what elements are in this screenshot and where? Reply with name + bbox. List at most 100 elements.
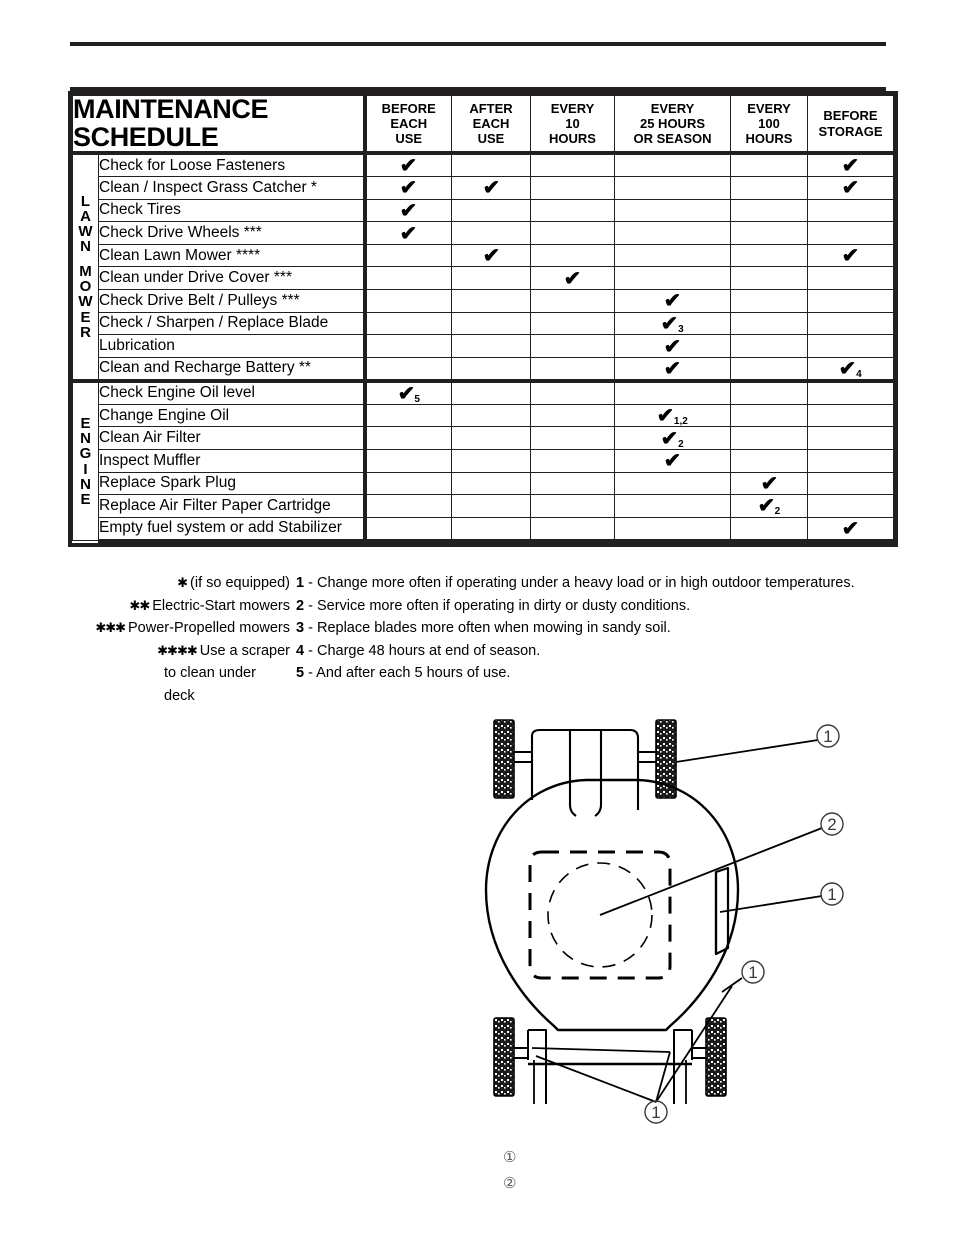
cell-before_storage [807, 378, 894, 405]
numbered-note-index: 5 [296, 665, 305, 681]
schedule-table: MAINTENANCE SCHEDULE BEFORE EACH USE AFT… [68, 91, 898, 547]
cell-before_each_use [364, 266, 452, 291]
cell-after_each_use [451, 356, 531, 382]
cell-every_10_hours [530, 378, 615, 405]
cell-before_storage [807, 198, 894, 223]
asterisk-note-text: Power-Propelled mowers [128, 620, 290, 636]
col5-line0: BEFORE [823, 108, 878, 124]
cell-after_each_use [451, 516, 531, 543]
header-row: MAINTENANCE SCHEDULE BEFORE EACH USE AFT… [72, 95, 894, 156]
cell-before_storage [807, 403, 894, 428]
asterisk-marker: ✱✱✱✱ [157, 642, 198, 658]
cell-after_each_use: ✔ [451, 243, 531, 268]
task-label: Clean and Recharge Battery ** [98, 356, 367, 382]
cell-after_each_use [451, 471, 531, 496]
table-row: E N G I N E Check Engine Oil level ✔5 [72, 378, 894, 542]
cell-before_storage: ✔ [807, 152, 894, 178]
cell-before_each_use [364, 243, 452, 268]
cell-every_10_hours [530, 403, 615, 428]
cell-before_storage [807, 221, 894, 245]
header-rule-bottom [70, 87, 886, 91]
checkmark-icon: ✔ [663, 290, 682, 313]
numbered-note: 4 - Charge 48 hours at end of season. [296, 640, 954, 663]
cell-every_10_hours [530, 311, 615, 336]
cell-before_storage [807, 494, 894, 518]
col2-line2: HOURS [549, 131, 596, 147]
cell-before_each_use: ✔ [364, 198, 452, 223]
table-row: Clean Air Filter ✔2 [73, 426, 894, 450]
col1-line2: USE [477, 131, 505, 147]
cell-every_100_hours [730, 152, 808, 178]
table-row: Replace Air Filter Paper Cartridge ✔2 [73, 494, 894, 518]
numbered-note-index: 2 [296, 597, 305, 614]
cell-every_25_hours: ✔ [614, 334, 731, 358]
column-header-every-10-hours: EVERY 10 HOURS [530, 95, 615, 156]
cell-after_each_use [451, 378, 531, 405]
cell-every_25_hours [614, 198, 731, 223]
cell-every_100_hours [730, 516, 808, 543]
cell-every_25_hours [614, 471, 731, 496]
task-label: Inspect Muffler [98, 449, 367, 473]
footnote-ref: 2 [678, 438, 684, 450]
col5-line1: STORAGE [818, 123, 883, 139]
checkmark-icon: ✔ [482, 177, 500, 200]
numbered-note-text: - Service more often if operating in dir… [308, 597, 691, 614]
col0-line0: BEFORE [381, 100, 436, 116]
column-header-after-each-use: AFTER EACH USE [451, 95, 531, 156]
title-line-2: SCHEDULE [73, 121, 219, 152]
task-label: Check Drive Wheels *** [98, 221, 367, 245]
cell-every_10_hours [530, 516, 615, 543]
cell-every_10_hours [530, 426, 615, 450]
cell-before_storage [807, 426, 894, 450]
table-row: Check Drive Wheels *** ✔ [73, 221, 894, 245]
cell-before_each_use [364, 289, 452, 313]
task-label: Replace Air Filter Paper Cartridge [98, 494, 367, 518]
cell-before_each_use: ✔ [364, 152, 452, 178]
page-root: MAINTENANCE SCHEDULE BEFORE EACH USE AFT… [0, 0, 954, 1235]
callout-deck-edge: 1 [748, 963, 757, 982]
numbered-note-text: - Change more often if operating under a… [308, 575, 855, 591]
cell-every_25_hours [614, 221, 731, 245]
numbered-note: 3 - Replace blades more often when mowin… [296, 617, 954, 640]
footnote-ref: 4 [856, 368, 862, 380]
cell-every_100_hours: ✔2 [730, 494, 808, 518]
checkmark-icon: ✔ [399, 177, 418, 200]
asterisk-marker: ✱✱ [129, 597, 150, 613]
cell-every_100_hours [730, 243, 808, 268]
table-row: Clean / Inspect Grass Catcher * ✔ ✔ ✔ [73, 176, 894, 200]
cell-every_10_hours [530, 356, 615, 382]
table-row: Check Drive Belt / Pulleys *** ✔ [73, 289, 894, 313]
table-row: Empty fuel system or add Stabilizer ✔ [73, 516, 894, 543]
cell-every_25_hours: ✔ [614, 289, 731, 313]
cell-after_each_use [451, 334, 531, 358]
col2-line1: 10 [565, 115, 580, 131]
asterisk-marker: ✱ [177, 575, 188, 590]
footnote-ref: 2 [774, 506, 781, 518]
column-header-every-25-hours: EVERY 25 HOURS OR SEASON [614, 95, 731, 156]
cell-before_each_use [364, 449, 452, 473]
col2-line0: EVERY [550, 100, 595, 116]
cell-every_25_hours [614, 516, 731, 543]
cell-before_each_use [364, 403, 452, 428]
cell-before_each_use [364, 494, 452, 518]
table-row: Check / Sharpen / Replace Blade ✔3 [73, 311, 894, 336]
cell-every_10_hours [530, 471, 615, 496]
cell-before_storage [807, 289, 894, 313]
mower-diagram-svg: 1 2 1 1 1 [484, 719, 844, 1124]
checkmark-icon: ✔ [841, 155, 860, 178]
legend-callout-number: ① [503, 1148, 517, 1166]
cell-after_each_use [451, 266, 531, 291]
cell-after_each_use [451, 198, 531, 223]
checkmark-icon: ✔ [760, 472, 778, 495]
cell-every_25_hours [614, 243, 731, 268]
task-label: Clean Lawn Mower **** [98, 243, 367, 268]
asterisk-note-continuation: to clean under deck [164, 665, 256, 704]
cell-every_100_hours [730, 426, 808, 450]
cell-every_25_hours: ✔3 [614, 311, 731, 336]
checkmark-icon: ✔ [563, 267, 582, 290]
cell-every_100_hours [730, 289, 808, 313]
cell-every_10_hours [530, 198, 615, 223]
col3-line2: OR SEASON [633, 131, 712, 147]
cell-every_10_hours [530, 221, 615, 245]
checkmark-icon: ✔ [399, 155, 418, 178]
